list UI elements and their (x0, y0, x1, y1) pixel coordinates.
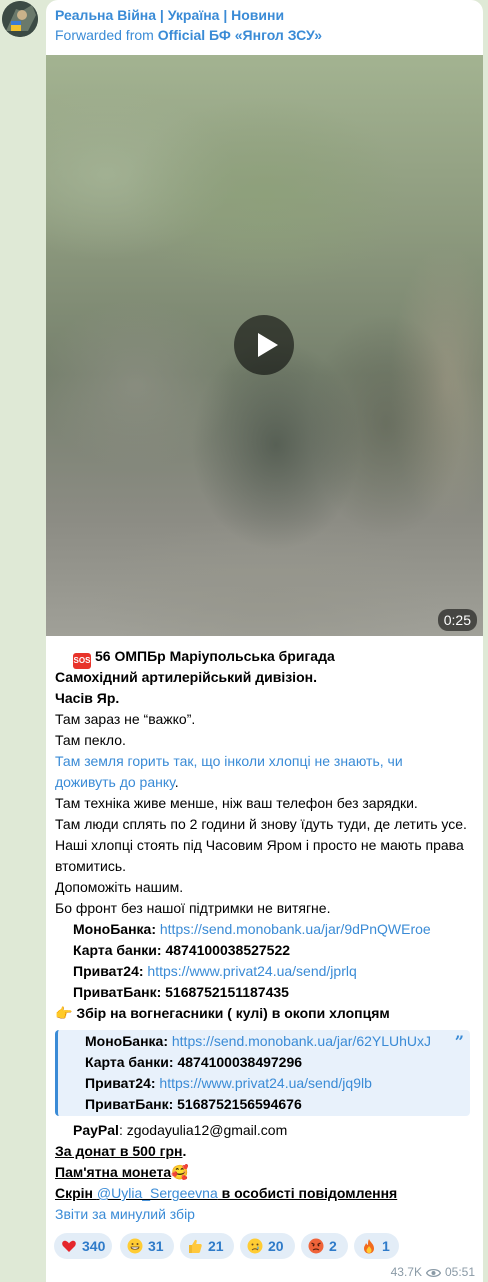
line-8: Там люди сплять по 2 години й знову їдут… (55, 816, 467, 832)
privat24-label: Приват24: (73, 963, 148, 979)
reaction-angry[interactable]: 2 (301, 1233, 348, 1259)
quote-privatbank-line: ПриватБанк: 5168752156594676 (85, 1096, 302, 1112)
screen-line: Скрін @Uylia_Sergeevna в особисті повідо… (55, 1183, 397, 1204)
paypal-label: PayPal (73, 1122, 119, 1138)
reaction-count: 340 (82, 1238, 106, 1254)
line-7: Там техніка живе менше, ніж ваш телефон … (55, 795, 418, 811)
reaction-count: 21 (208, 1238, 224, 1254)
reaction-grin[interactable]: 31 (120, 1233, 174, 1259)
coin-emoji: 🥰 (171, 1164, 189, 1180)
coin-line: Пам'ятна монета🥰 (55, 1162, 189, 1183)
fire-ext-line: 👉 Збір на вогнегасники ( кулі) в окопи х… (55, 1003, 390, 1024)
line-location: Часів Яр. (55, 690, 120, 706)
quote-mono-line: МоноБанка: https://send.monobank.ua/jar/… (85, 1033, 431, 1049)
line-6b-end: . (174, 774, 179, 790)
quote-privat24-label: Приват24: (85, 1075, 160, 1091)
line-brigade: SOS 56 ОМПБр Маріупольська бригада (73, 646, 335, 669)
forwarded-source[interactable]: Official БФ «Янгол ЗСУ» (158, 27, 322, 43)
quote-icon: ” (454, 1032, 464, 1051)
coin-text: Пам'ятна монета (55, 1164, 172, 1180)
reaction-count: 31 (148, 1238, 164, 1254)
message-meta: 43.7K 05:51 (391, 1265, 475, 1279)
line-6a[interactable]: Там земля горить так, що інколи хлопці н… (55, 751, 403, 772)
screen-user-link[interactable]: @Uylia_Sergeevna (97, 1185, 218, 1201)
line-4: Там зараз не “важко”. (55, 711, 196, 727)
thumbs-up-icon (189, 1239, 202, 1253)
forwarded-from[interactable]: Forwarded from Official БФ «Янгол ЗСУ» (55, 27, 322, 43)
screen-prefix: Скрін (55, 1185, 97, 1201)
quote-privat24-link[interactable]: https://www.privat24.ua/send/jq9lb (159, 1075, 371, 1091)
paypal-value: : zgodayulia12@gmail.com (118, 1122, 288, 1138)
reaction-count: 2 (329, 1238, 337, 1254)
reaction-cry[interactable]: 20 (240, 1233, 295, 1259)
paypal-line: PayPal: zgodayulia12@gmail.com (73, 1120, 287, 1141)
line-division: Самохідний артилерійський дивізіон. (55, 669, 317, 685)
privatbank-line: ПриватБанк: 5168752151187435 (73, 984, 289, 1000)
forwarded-prefix: Forwarded from (55, 27, 158, 43)
reaction-heart[interactable]: 340 (54, 1233, 112, 1259)
quote-mono-label: МоноБанка: (85, 1033, 172, 1049)
donate-text: За донат в 500 грн (55, 1143, 183, 1159)
donate-end: . (182, 1143, 187, 1159)
grin-icon (127, 1238, 143, 1254)
channel-avatar[interactable] (2, 1, 38, 37)
view-count: 43.7K (390, 1265, 422, 1279)
reaction-fire[interactable]: 1 (354, 1233, 399, 1259)
fire-icon (364, 1239, 374, 1254)
report-link[interactable]: Звіти за минулий збір (55, 1204, 195, 1225)
message-time: 05:51 (444, 1265, 475, 1279)
mono-line: МоноБанка: https://send.monobank.ua/jar/… (73, 919, 431, 940)
line-9a: Наші хлопці стоять під Часовим Яром і пр… (55, 837, 464, 853)
quote-mono-link[interactable]: https://send.monobank.ua/jar/62YLUhUxJ (172, 1033, 431, 1049)
privat24-line: Приват24: https://www.privat24.ua/send/j… (73, 961, 357, 982)
quote-privat24-line: Приват24: https://www.privat24.ua/send/j… (85, 1075, 372, 1091)
screen-suffix: в особисті повідомлення (217, 1185, 398, 1201)
line-6b-link[interactable]: доживуть до ранку (55, 774, 175, 790)
line-11: Бо фронт без нашої підтримки не витягне. (55, 900, 331, 916)
card-line: Карта банки: 4874100038527522 (73, 942, 291, 958)
video-duration: 0:25 (437, 609, 477, 631)
message-bubble: Реальна Війна | Україна | Новини Forward… (46, 0, 483, 1282)
mono-link[interactable]: https://send.monobank.ua/jar/9dPnQWEroe (160, 921, 431, 937)
fire-ext-text: Збір на вогнегасники ( кулі) в окопи хло… (76, 1005, 390, 1021)
line-6b: доживуть до ранку. (55, 772, 179, 793)
reaction-count: 20 (268, 1238, 284, 1254)
brigade-text: 56 ОМПБр Маріупольська бригада (95, 648, 335, 664)
channel-name[interactable]: Реальна Війна | Україна | Новини (55, 7, 284, 23)
mono-label: МоноБанка: (73, 921, 160, 937)
line-9b: втомитись. (55, 858, 127, 874)
line-5: Там пекло. (55, 732, 126, 748)
line-10: Допоможіть нашим. (55, 879, 184, 895)
heart-icon (62, 1240, 76, 1252)
video-player[interactable]: 0:25 (46, 55, 483, 636)
reaction-thumbs-up[interactable]: 21 (180, 1233, 234, 1259)
donate-line: За донат в 500 грн. (55, 1141, 186, 1162)
angry-icon (308, 1238, 324, 1254)
quote-block: ” МоноБанка: https://send.monobank.ua/ja… (55, 1030, 470, 1116)
pointing-icon: 👉 (55, 1005, 73, 1021)
eye-icon (425, 1268, 441, 1278)
reaction-count: 1 (382, 1238, 390, 1254)
quote-card-line: Карта банки: 4874100038497296 (85, 1054, 303, 1070)
cry-icon (247, 1238, 263, 1254)
privat24-link[interactable]: https://www.privat24.ua/send/jprlq (147, 963, 356, 979)
play-icon[interactable] (234, 315, 294, 375)
